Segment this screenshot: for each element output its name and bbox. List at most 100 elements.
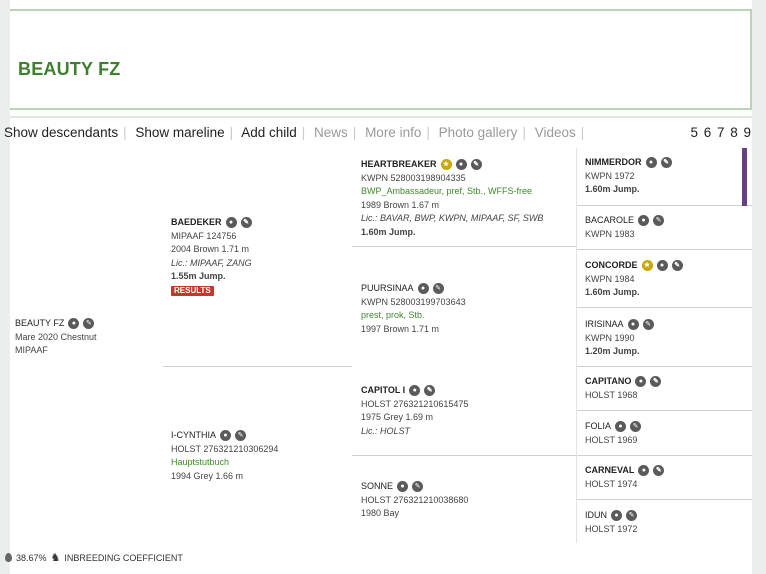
horse-name[interactable]: CAPITANO: [585, 375, 631, 389]
horse-sire[interactable]: BAEDEKER ● ✎ MIPAAF 124756 2004 Brown 1.71…: [171, 216, 252, 297]
inbreeding-info: 38.67% ♞ INBREEDING COEFFICIENT: [5, 551, 183, 564]
edit-icon[interactable]: ✎: [660, 157, 672, 169]
horse-name[interactable]: NIMMERDOR: [585, 156, 642, 170]
horse-gen3[interactable]: FOLIA ● ✎ HOLST 1969: [585, 420, 642, 447]
horse-gen3[interactable]: IRISINAA ● ✎ KWPN 1990 1.20m Jump.: [585, 318, 654, 359]
horse-dam-sire[interactable]: CAPITOL I ● ✎ HOLST 276321210615475 1975 G…: [361, 384, 468, 438]
divider: [163, 366, 352, 367]
group-icon[interactable]: ●: [656, 260, 668, 272]
horse-sire-dam[interactable]: PUURSINAA ● ✎ KWPN 528003199703643 prest, …: [361, 282, 466, 336]
group-icon[interactable]: ●: [455, 159, 467, 171]
group-icon[interactable]: ●: [627, 319, 639, 331]
videos-link[interactable]: Videos: [535, 125, 576, 140]
horse-name[interactable]: PUURSINAA: [361, 282, 414, 296]
horse-predicate: Hauptstutbuch: [171, 457, 230, 467]
horse-name[interactable]: CONCORDE: [585, 259, 638, 273]
edit-icon[interactable]: ✎: [626, 510, 637, 522]
horse-jump: 1.60m Jump.: [585, 184, 640, 194]
horse-info: 1994 Grey 1.66 m: [171, 470, 244, 481]
horse-reg: KWPN 528003198904335: [361, 172, 466, 183]
horse-gen3[interactable]: CAPITANO ● ✎ HOLST 1968: [585, 375, 662, 402]
horse-name[interactable]: BEAUTY FZ: [15, 317, 64, 331]
divider: [576, 148, 577, 543]
horse-reg: KWPN 1972: [585, 170, 635, 181]
award-icon[interactable]: ★: [440, 159, 452, 171]
divider: [576, 499, 752, 500]
horse-name[interactable]: BAEDEKER: [171, 216, 222, 230]
edit-icon[interactable]: ✎: [642, 319, 654, 331]
add-child-link[interactable]: Add child: [241, 125, 297, 140]
group-icon[interactable]: ●: [417, 283, 429, 295]
horse-dam[interactable]: I-CYNTHIA ● ✎ HOLST 276321210306294 Haupts…: [171, 429, 278, 483]
horse-gen3[interactable]: BACAROLE ● ✎ KWPN 1983: [585, 214, 665, 241]
horse-reg: KWPN 1990: [585, 332, 635, 343]
horse-reg: HOLST 1968: [585, 389, 638, 400]
news-link[interactable]: News: [314, 125, 348, 140]
group-icon[interactable]: ●: [611, 510, 622, 522]
horse-name[interactable]: FOLIA: [585, 420, 611, 434]
edit-icon[interactable]: ✎: [630, 421, 642, 433]
horse-dam-dam[interactable]: SONNE ● ✎ HOLST 276321210038680 1980 Bay: [361, 480, 468, 521]
edit-icon[interactable]: ✎: [235, 430, 246, 442]
horse-gen3[interactable]: IDUN ● ✎ HOLST 1972: [585, 509, 637, 536]
edit-icon[interactable]: ✎: [424, 385, 436, 397]
horse-name[interactable]: HEARTBREAKER: [361, 158, 437, 172]
horse-info: 1989 Brown 1.67 m: [361, 199, 440, 210]
more-info-link[interactable]: More info: [365, 125, 421, 140]
show-mareline-link[interactable]: Show mareline: [135, 125, 224, 140]
horse-info: Mare 2020 Chestnut: [15, 331, 97, 342]
group-icon[interactable]: ●: [638, 465, 650, 477]
divider: [576, 307, 752, 308]
photo-gallery-link[interactable]: Photo gallery: [439, 125, 518, 140]
group-icon[interactable]: ●: [68, 318, 80, 330]
group-icon[interactable]: ●: [409, 385, 421, 397]
horse-predicate: prest, prok, Stb.: [361, 310, 425, 320]
divider: [576, 410, 752, 411]
horse-jump: 1.60m Jump.: [585, 287, 640, 297]
horse-sire-sire[interactable]: HEARTBREAKER ★ ● ✎ KWPN 528003198904335 BWP…: [361, 158, 543, 239]
pedigree-nav: Show descendants | Show mareline | Add chi…: [4, 116, 752, 148]
horse-gen3[interactable]: CONCORDE ★ ● ✎ KWPN 1984 1.60m Jump.: [585, 259, 683, 300]
horse-reg: MIPAAF 124756: [171, 230, 237, 241]
generation-pager[interactable]: 5 6 7 8 9: [690, 125, 752, 140]
show-descendants-link[interactable]: Show descendants: [4, 125, 118, 140]
divider: [576, 455, 752, 456]
results-badge[interactable]: RESULTS: [171, 285, 214, 296]
marker-bar: [742, 148, 747, 206]
horse-studbook: MIPAAF: [15, 345, 48, 355]
group-icon[interactable]: ●: [397, 481, 409, 493]
edit-icon[interactable]: ✎: [671, 260, 683, 272]
edit-icon[interactable]: ✎: [653, 215, 665, 227]
horse-licence: Lic.: HOLST: [361, 425, 411, 436]
horse-name[interactable]: IRISINAA: [585, 318, 624, 332]
edit-icon[interactable]: ✎: [83, 318, 95, 330]
edit-icon[interactable]: ✎: [432, 283, 444, 295]
horse-name[interactable]: SONNE: [361, 480, 393, 494]
horse-info: 1997 Brown 1.71 m: [361, 323, 440, 334]
edit-icon[interactable]: ✎: [650, 376, 662, 388]
horse-name[interactable]: I-CYNTHIA: [171, 429, 216, 443]
group-icon[interactable]: ●: [635, 376, 647, 388]
award-icon[interactable]: ★: [641, 260, 653, 272]
horse-name[interactable]: CARNEVAL: [585, 464, 634, 478]
horse-gen3[interactable]: CARNEVAL ● ✎ HOLST 1974: [585, 464, 665, 491]
edit-icon[interactable]: ✎: [653, 465, 665, 477]
horse-reg: HOLST 276321210038680: [361, 494, 469, 505]
horse-name[interactable]: CAPITOL I: [361, 384, 405, 398]
edit-icon[interactable]: ✎: [412, 481, 424, 493]
inbreeding-label: INBREEDING COEFFICIENT: [64, 552, 183, 563]
horse-name[interactable]: IDUN: [585, 509, 607, 523]
edit-icon[interactable]: ✎: [470, 159, 482, 171]
page-title: BEAUTY FZ: [18, 59, 121, 79]
horse-name[interactable]: BACAROLE: [585, 214, 634, 228]
horse-gen3[interactable]: NIMMERDOR ● ✎ KWPN 1972 1.60m Jump.: [585, 156, 672, 197]
group-icon[interactable]: ●: [225, 217, 237, 229]
horse-reg: KWPN 1983: [585, 228, 635, 239]
group-icon[interactable]: ●: [638, 215, 650, 227]
group-icon[interactable]: ●: [220, 430, 231, 442]
group-icon[interactable]: ●: [645, 157, 657, 169]
divider: [576, 366, 752, 367]
horse-subject[interactable]: BEAUTY FZ ● ✎ Mare 2020 Chestnut MIPAAF: [15, 317, 97, 358]
edit-icon[interactable]: ✎: [240, 217, 252, 229]
group-icon[interactable]: ●: [615, 421, 627, 433]
